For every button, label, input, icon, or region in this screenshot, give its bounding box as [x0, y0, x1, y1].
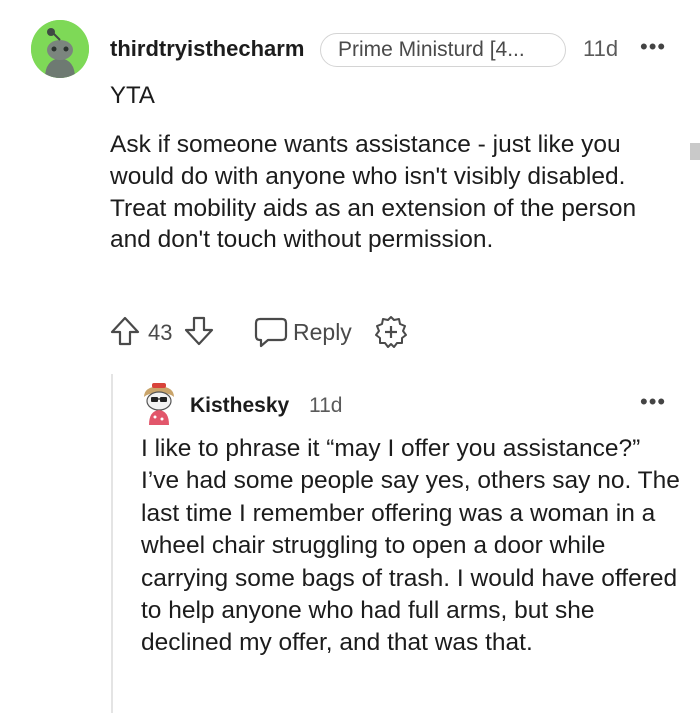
vote-count: 43 — [148, 320, 173, 345]
reply-body: I like to phrase it “may I offer you ass… — [141, 435, 680, 657]
user-flair: Prime Ministurd [4... — [320, 33, 566, 67]
comment-verdict: YTA — [110, 82, 155, 109]
scrollbar-thumb[interactable] — [690, 143, 700, 160]
user-avatar[interactable] — [31, 20, 89, 78]
upvote-arrow-icon[interactable] — [108, 314, 142, 353]
comment-action-bar: 43 Reply — [108, 314, 428, 350]
comment-body: Ask if someone wants assistance - just l… — [110, 131, 637, 254]
downvote-arrow-icon[interactable] — [182, 314, 216, 353]
reply-button[interactable]: Reply — [293, 319, 352, 346]
snoo-avatar-icon — [144, 383, 174, 425]
thread-line[interactable] — [111, 374, 113, 713]
snoo-avatar-icon — [31, 20, 89, 78]
comment-timestamp: 11d — [583, 36, 619, 61]
comment-username[interactable]: thirdtryisthecharm — [110, 36, 304, 62]
more-options-icon[interactable]: ••• — [640, 34, 666, 60]
reply-avatar[interactable] — [140, 383, 178, 425]
award-plus-icon[interactable] — [374, 315, 408, 354]
more-options-icon[interactable]: ••• — [640, 389, 666, 415]
reply-username[interactable]: Kisthesky — [190, 394, 289, 418]
reply-timestamp: 11d — [309, 394, 343, 417]
speech-bubble-icon[interactable] — [254, 316, 288, 353]
